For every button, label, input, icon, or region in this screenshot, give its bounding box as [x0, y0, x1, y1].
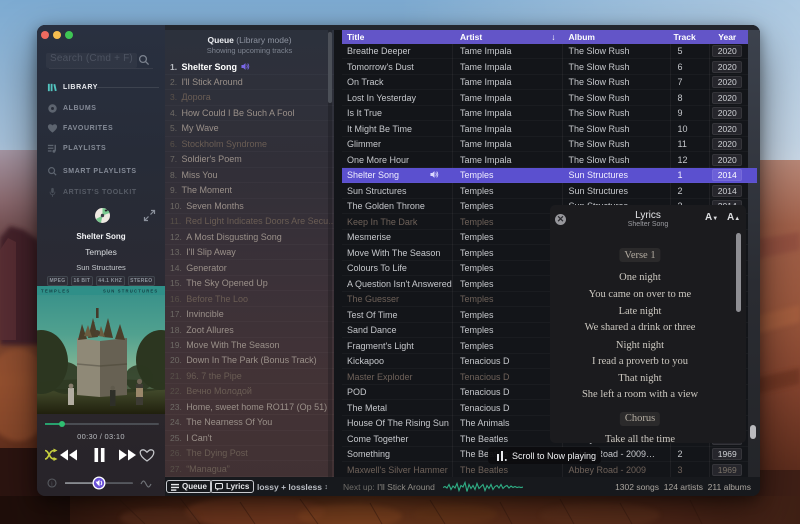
svg-text:TEMPLES: TEMPLES	[41, 289, 71, 294]
svg-text:i: i	[51, 481, 53, 488]
svg-text:SUN STRUCTURES: SUN STRUCTURES	[103, 289, 158, 294]
